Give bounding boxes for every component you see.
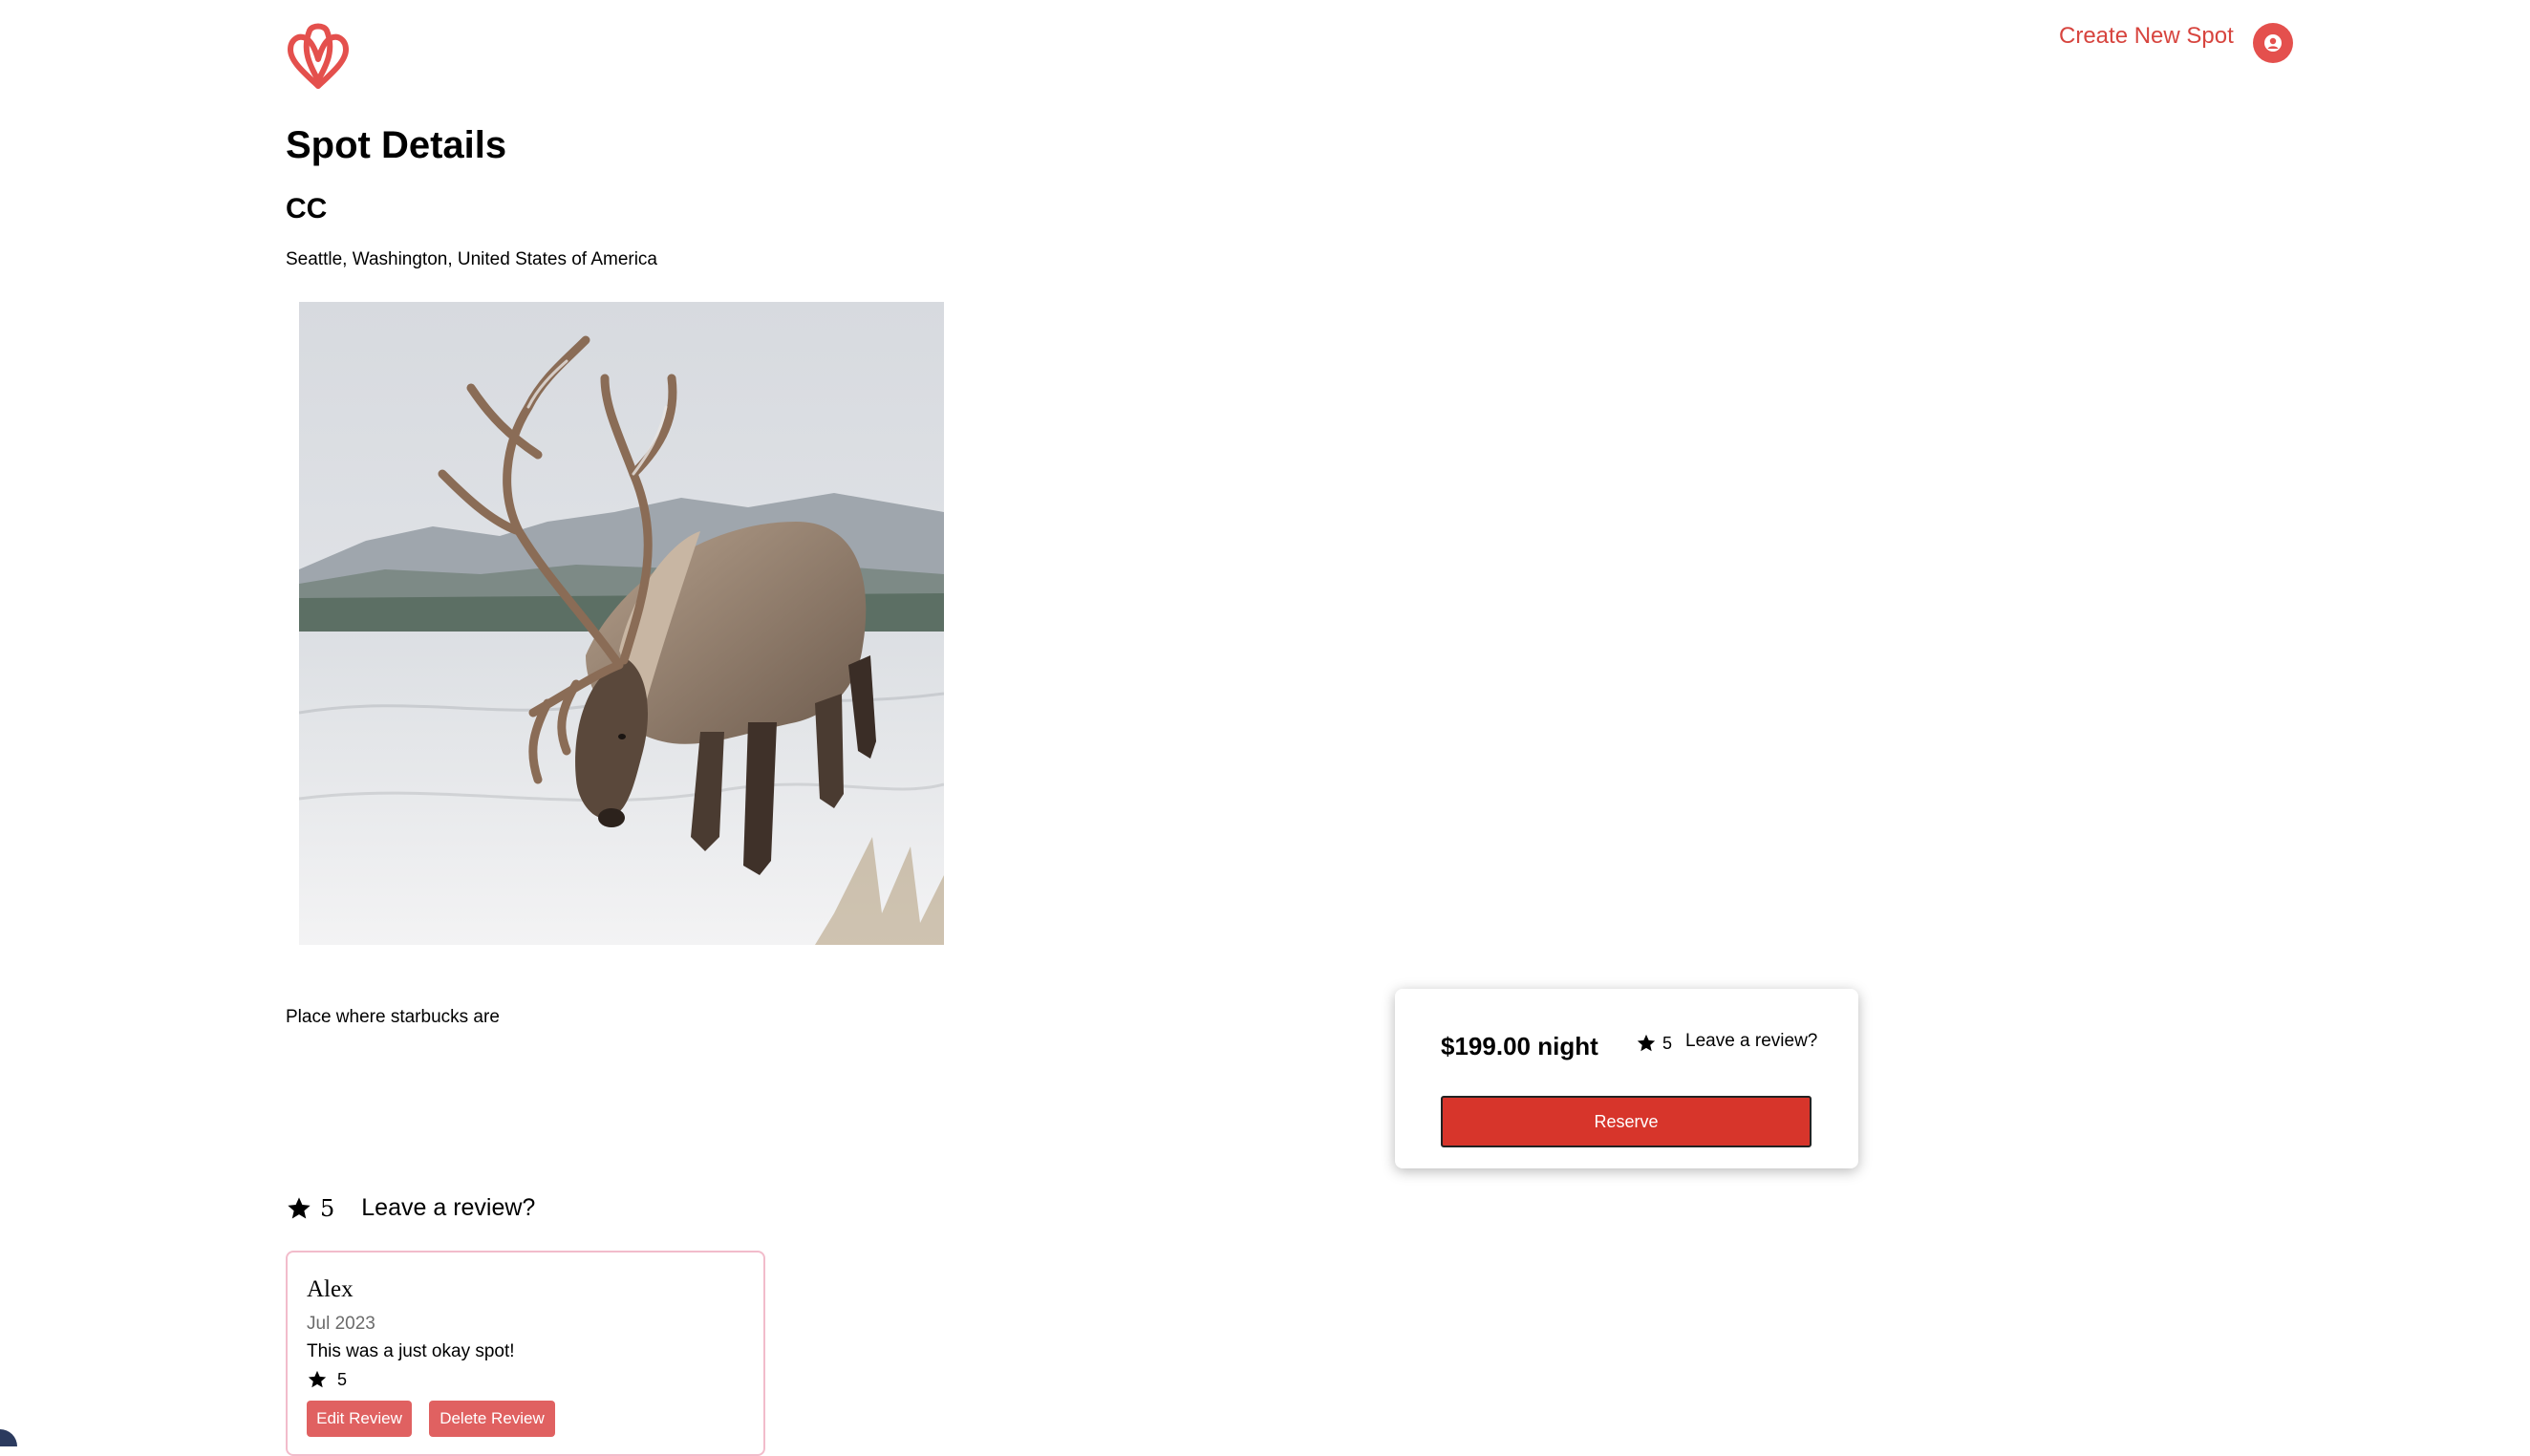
delete-review-button[interactable]: Delete Review <box>429 1401 555 1437</box>
booking-rating-value: 5 <box>1662 1033 1673 1053</box>
booking-rating: 5 <box>1636 1033 1672 1054</box>
spot-location: Seattle, Washington, United States of Am… <box>286 249 657 269</box>
leave-review-link[interactable]: Leave a review? <box>361 1194 535 1222</box>
review-text: This was a just okay spot! <box>307 1341 515 1361</box>
airbnb-logo-icon[interactable] <box>285 21 352 90</box>
reviews-summary: 5 Leave a review? <box>286 1194 535 1222</box>
review-card: Alex Jul 2023 This was a just okay spot!… <box>286 1251 765 1456</box>
page-title: Spot Details <box>286 124 507 166</box>
booking-card: $199.00 night 5 Leave a review? Reserve <box>1395 989 1858 1168</box>
star-icon <box>308 1370 327 1388</box>
edit-review-button[interactable]: Edit Review <box>307 1401 412 1437</box>
spot-image <box>299 302 944 945</box>
review-author: Alex <box>307 1276 354 1302</box>
price-per-night: $199.00 night <box>1441 1032 1598 1060</box>
reviews-rating-value: 5 <box>320 1194 335 1222</box>
star-icon <box>1637 1034 1656 1052</box>
star-icon <box>288 1196 311 1218</box>
review-rating-value: 5 <box>337 1369 348 1389</box>
review-date: Jul 2023 <box>307 1314 375 1334</box>
spot-description: Place where starbucks are <box>286 1007 500 1027</box>
user-circle-icon <box>2264 34 2282 52</box>
booking-leave-review-link[interactable]: Leave a review? <box>1685 1031 1817 1052</box>
window-corner-decoration <box>0 1429 17 1446</box>
spot-name: CC <box>286 193 328 225</box>
user-menu-button[interactable] <box>2253 23 2293 63</box>
reserve-button[interactable]: Reserve <box>1441 1096 1812 1147</box>
create-new-spot-link[interactable]: Create New Spot <box>2059 23 2234 50</box>
review-rating: 5 <box>307 1369 347 1390</box>
